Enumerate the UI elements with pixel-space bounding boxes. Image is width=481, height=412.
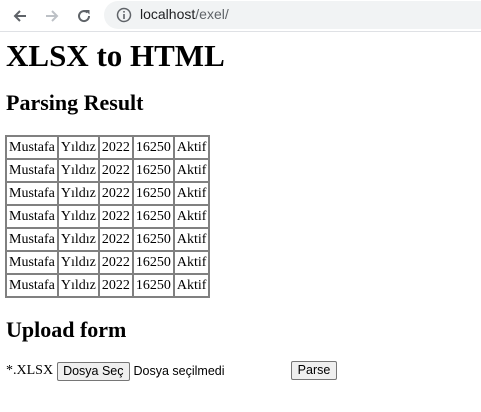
forward-button[interactable] bbox=[40, 4, 64, 28]
address-bar[interactable]: localhost/exel/ bbox=[104, 1, 481, 29]
table-cell: 2022 bbox=[98, 159, 133, 182]
table-cell: Yıldız bbox=[57, 136, 99, 159]
table-cell: Yıldız bbox=[57, 228, 99, 251]
url-path: /exel/ bbox=[195, 6, 229, 22]
table-row: Mustafa Yıldız 2022 16250 Aktif bbox=[6, 251, 210, 274]
arrow-right-icon bbox=[46, 10, 59, 22]
table-row: Mustafa Yıldız 2022 16250 Aktif bbox=[6, 274, 210, 297]
table-cell: 2022 bbox=[98, 136, 133, 159]
table-row: Mustafa Yıldız 2022 16250 Aktif bbox=[6, 136, 210, 159]
arrow-left-icon bbox=[13, 10, 26, 22]
choose-file-button[interactable]: Dosya Seç bbox=[57, 361, 130, 381]
table-cell: Mustafa bbox=[6, 228, 58, 251]
upload-form: *.XLSX Dosya Seç Dosya seçilmedi Parse bbox=[6, 360, 337, 382]
table-cell: Aktif bbox=[173, 228, 210, 251]
table-row: Mustafa Yıldız 2022 16250 Aktif bbox=[6, 205, 210, 228]
url-host: localhost bbox=[140, 6, 196, 22]
browser-toolbar: localhost/exel/ bbox=[0, 0, 481, 32]
file-type-label: *.XLSX bbox=[6, 363, 54, 378]
table-row: Mustafa Yıldız 2022 16250 Aktif bbox=[6, 182, 210, 205]
table-cell: Aktif bbox=[173, 182, 210, 205]
table-cell: Aktif bbox=[173, 205, 210, 228]
table-cell: 2022 bbox=[98, 228, 133, 251]
result-table-body: Mustafa Yıldız 2022 16250 Aktif Mustafa Yıldız… bbox=[6, 136, 210, 297]
table-cell: Mustafa bbox=[6, 274, 58, 297]
result-table: Mustafa Yıldız 2022 16250 Aktif Mustafa Yıldız… bbox=[5, 135, 211, 298]
reload-icon bbox=[78, 10, 91, 23]
table-cell: Yıldız bbox=[57, 251, 99, 274]
table-row: Mustafa Yıldız 2022 16250 Aktif bbox=[6, 228, 210, 251]
parsing-result-heading: Parsing Result bbox=[6, 90, 144, 115]
table-cell: 2022 bbox=[98, 182, 133, 205]
table-cell: Mustafa bbox=[6, 182, 58, 205]
url-text: localhost/exel/ bbox=[140, 6, 229, 22]
table-cell: 16250 bbox=[132, 228, 174, 251]
table-row: Mustafa Yıldız 2022 16250 Aktif bbox=[6, 159, 210, 182]
file-status-text: Dosya seçilmedi bbox=[133, 364, 225, 378]
table-cell: 2022 bbox=[98, 205, 133, 228]
table-cell: Aktif bbox=[173, 274, 210, 297]
table-cell: 16250 bbox=[132, 205, 174, 228]
table-cell: Aktif bbox=[173, 159, 210, 182]
table-cell: 2022 bbox=[98, 274, 133, 297]
table-cell: 16250 bbox=[132, 274, 174, 297]
table-cell: 16250 bbox=[132, 136, 174, 159]
table-cell: 16250 bbox=[132, 159, 174, 182]
table-cell: Mustafa bbox=[6, 136, 58, 159]
table-cell: Yıldız bbox=[57, 205, 99, 228]
table-cell: Mustafa bbox=[6, 251, 58, 274]
parse-button[interactable]: Parse bbox=[291, 361, 337, 380]
table-cell: Yıldız bbox=[57, 182, 99, 205]
table-cell: Aktif bbox=[173, 136, 210, 159]
info-icon[interactable] bbox=[116, 7, 132, 23]
table-cell: Yıldız bbox=[57, 159, 99, 182]
table-cell: Yıldız bbox=[57, 274, 99, 297]
upload-form-heading: Upload form bbox=[6, 317, 127, 342]
reload-button[interactable] bbox=[72, 4, 96, 28]
table-cell: Mustafa bbox=[6, 205, 58, 228]
table-cell: 16250 bbox=[132, 251, 174, 274]
table-cell: 2022 bbox=[98, 251, 133, 274]
table-cell: Aktif bbox=[173, 251, 210, 274]
back-button[interactable] bbox=[8, 4, 32, 28]
page-title: XLSX to HTML bbox=[6, 38, 225, 73]
table-cell: Mustafa bbox=[6, 159, 58, 182]
table-cell: 16250 bbox=[132, 182, 174, 205]
